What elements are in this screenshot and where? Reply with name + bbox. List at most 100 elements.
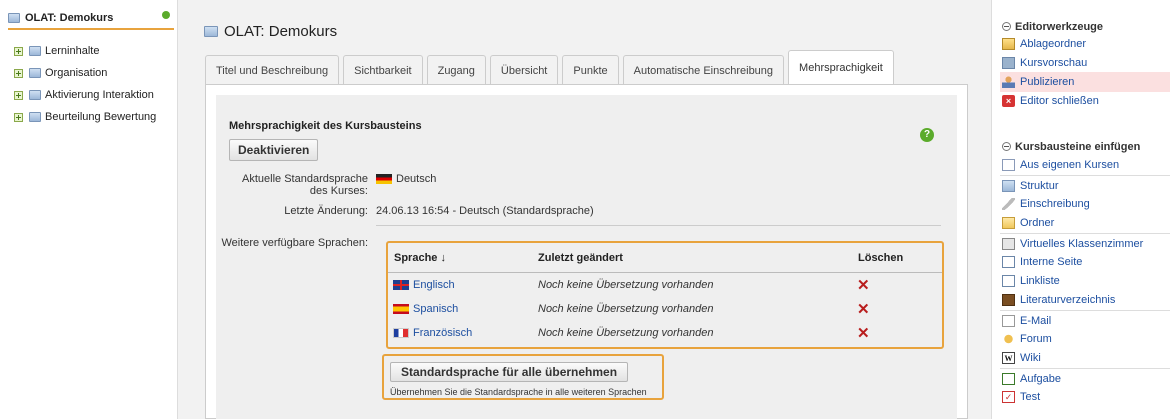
expand-icon[interactable] bbox=[14, 90, 23, 100]
lang-link-spanisch[interactable]: Spanisch bbox=[393, 303, 458, 315]
insert-label: E-Mail bbox=[1020, 314, 1052, 327]
lang-name: Englisch bbox=[413, 279, 455, 291]
insert-aus-eigenen-kursen[interactable]: Aus eigenen Kursen bbox=[1000, 155, 1170, 175]
apply-std-lang-button[interactable]: Standardsprache für alle übernehmen bbox=[390, 362, 629, 382]
lang-name: Spanisch bbox=[413, 303, 459, 315]
insert-heading[interactable]: Kursbausteine einfügen bbox=[1002, 141, 1140, 153]
last-change-value: 24.06.13 16:54 - Deutsch (Standardsprach… bbox=[376, 205, 594, 217]
mail-icon bbox=[1002, 314, 1015, 327]
tree-item-label: Aktivierung Interaktion bbox=[45, 89, 154, 101]
lang-name: Französisch bbox=[413, 327, 473, 339]
insert-forum[interactable]: Forum bbox=[1000, 329, 1170, 349]
insert-label: Interne Seite bbox=[1020, 256, 1083, 268]
flag-fr-icon bbox=[393, 328, 409, 338]
lang-link-franzoesisch[interactable]: Französisch bbox=[393, 327, 472, 339]
page-icon bbox=[1002, 256, 1015, 268]
insert-label: Forum bbox=[1020, 333, 1052, 345]
lang-status: Noch keine Übersetzung vorhanden bbox=[538, 303, 714, 315]
pencil-icon bbox=[1002, 198, 1015, 210]
tab-sichtbarkeit[interactable]: Sichtbarkeit bbox=[343, 55, 423, 85]
folder-icon bbox=[8, 13, 20, 23]
tree-item-aktivierung[interactable]: Aktivierung Interaktion bbox=[14, 86, 154, 104]
test-icon: ✓ bbox=[1002, 391, 1015, 403]
editor-tools-title: Editorwerkzeuge bbox=[1015, 21, 1104, 33]
tool-editor-schliessen[interactable]: × Editor schließen bbox=[1000, 91, 1170, 111]
std-lang-label-line1: Aktuelle Standardsprache bbox=[242, 173, 368, 185]
col-delete-header: Löschen bbox=[858, 252, 904, 264]
tab-uebersicht[interactable]: Übersicht bbox=[489, 55, 559, 85]
tool-publizieren[interactable]: Publizieren bbox=[1000, 72, 1170, 92]
tool-kursvorschau[interactable]: Kursvorschau bbox=[1000, 53, 1170, 73]
tool-ablageordner[interactable]: Ablageordner bbox=[1000, 34, 1170, 54]
insert-virtuelles-klassenzimmer[interactable]: Virtuelles Klassenzimmer bbox=[1000, 233, 1170, 253]
insert-literaturverzeichnis[interactable]: Literaturverzeichnis bbox=[1000, 290, 1170, 310]
folder-icon bbox=[29, 68, 41, 78]
tree-item-label: Organisation bbox=[45, 67, 108, 79]
insert-email[interactable]: E-Mail bbox=[1000, 310, 1170, 330]
help-icon[interactable]: ? bbox=[920, 128, 934, 142]
section-title: Mehrsprachigkeit des Kursbausteins bbox=[229, 120, 422, 132]
tool-label: Publizieren bbox=[1020, 76, 1075, 88]
page-title: OLAT: Demokurs bbox=[204, 23, 337, 40]
folder-icon bbox=[204, 26, 218, 37]
tree-root-node[interactable]: OLAT: Demokurs bbox=[8, 8, 174, 30]
tree-item-lerninhalte[interactable]: Lerninhalte bbox=[14, 42, 99, 60]
table-row: Spanisch Noch keine Übersetzung vorhande… bbox=[388, 299, 942, 321]
insert-linkliste[interactable]: Linkliste bbox=[1000, 271, 1170, 291]
insert-label: Aus eigenen Kursen bbox=[1020, 159, 1120, 171]
insert-label: Struktur bbox=[1020, 179, 1059, 192]
insert-label: Literaturverzeichnis bbox=[1020, 294, 1116, 306]
tab-zugang[interactable]: Zugang bbox=[426, 55, 486, 85]
insert-label: Aufgabe bbox=[1020, 372, 1061, 385]
insert-test[interactable]: ✓ Test bbox=[1000, 387, 1170, 407]
tab-panel: Mehrsprachigkeit des Kursbausteins ? Dea… bbox=[205, 84, 968, 419]
insert-ordner[interactable]: Ordner bbox=[1000, 213, 1170, 233]
collapse-icon[interactable] bbox=[1002, 142, 1011, 151]
expand-icon[interactable] bbox=[14, 68, 23, 78]
tab-punkte[interactable]: Punkte bbox=[562, 55, 619, 85]
delete-icon[interactable]: ✕ bbox=[857, 300, 870, 318]
flag-de-icon bbox=[376, 174, 392, 184]
collapse-icon[interactable] bbox=[1002, 22, 1011, 31]
deactivate-button[interactable]: Deaktivieren bbox=[229, 139, 319, 161]
main-content: OLAT: Demokurs Titel und Beschreibung Si… bbox=[196, 0, 970, 419]
delete-icon[interactable]: ✕ bbox=[857, 276, 870, 294]
tree-item-beurteilung[interactable]: Beurteilung Bewertung bbox=[14, 108, 156, 126]
folder-icon bbox=[29, 90, 41, 100]
lang-link-englisch[interactable]: Englisch bbox=[393, 279, 455, 291]
wiki-icon: W bbox=[1002, 352, 1015, 364]
insert-wiki[interactable]: W Wiki bbox=[1000, 348, 1170, 368]
col-language-header[interactable]: Sprache ↓ bbox=[394, 252, 446, 264]
lang-status: Noch keine Übersetzung vorhanden bbox=[538, 279, 714, 291]
insert-title: Kursbausteine einfügen bbox=[1015, 141, 1141, 153]
lang-status: Noch keine Übersetzung vorhanden bbox=[538, 327, 714, 339]
apply-std-hint: Übernehmen Sie die Standardsprache in al… bbox=[390, 387, 647, 397]
course-tree-sidebar: OLAT: Demokurs Lerninhalte Organisation … bbox=[0, 0, 178, 419]
insert-struktur[interactable]: Struktur bbox=[1000, 175, 1170, 195]
tab-einschreibung[interactable]: Automatische Einschreibung bbox=[622, 55, 785, 85]
apply-std-box: Standardsprache für alle übernehmen Über… bbox=[382, 354, 664, 400]
std-lang-label-line2: des Kurses: bbox=[309, 185, 368, 197]
divider bbox=[376, 225, 941, 226]
tool-label: Kursvorschau bbox=[1020, 57, 1088, 69]
insert-aufgabe[interactable]: Aufgabe bbox=[1000, 368, 1170, 388]
tab-mehrsprachigkeit[interactable]: Mehrsprachigkeit bbox=[788, 50, 894, 85]
delete-icon[interactable]: ✕ bbox=[857, 324, 870, 342]
folder-icon bbox=[29, 112, 41, 122]
insert-label: Test bbox=[1020, 391, 1041, 403]
close-icon: × bbox=[1002, 95, 1015, 107]
expand-icon[interactable] bbox=[14, 112, 23, 122]
tab-titel[interactable]: Titel und Beschreibung bbox=[205, 55, 340, 85]
insert-interne-seite[interactable]: Interne Seite bbox=[1000, 252, 1170, 272]
expand-icon[interactable] bbox=[14, 46, 23, 56]
insert-einschreibung[interactable]: Einschreibung bbox=[1000, 194, 1170, 214]
insert-label: Ordner bbox=[1020, 217, 1055, 229]
tree-item-organisation[interactable]: Organisation bbox=[14, 64, 107, 82]
insert-label: Einschreibung bbox=[1020, 198, 1090, 210]
more-langs-label: Weitere verfügbare Sprachen: bbox=[221, 237, 368, 249]
insert-label: Virtuelles Klassenzimmer bbox=[1020, 237, 1144, 250]
editor-tools-heading[interactable]: Editorwerkzeuge bbox=[1002, 21, 1103, 33]
publish-icon bbox=[1002, 76, 1015, 88]
table-row: Englisch Noch keine Übersetzung vorhande… bbox=[388, 275, 942, 297]
insert-label: Linkliste bbox=[1020, 275, 1060, 287]
